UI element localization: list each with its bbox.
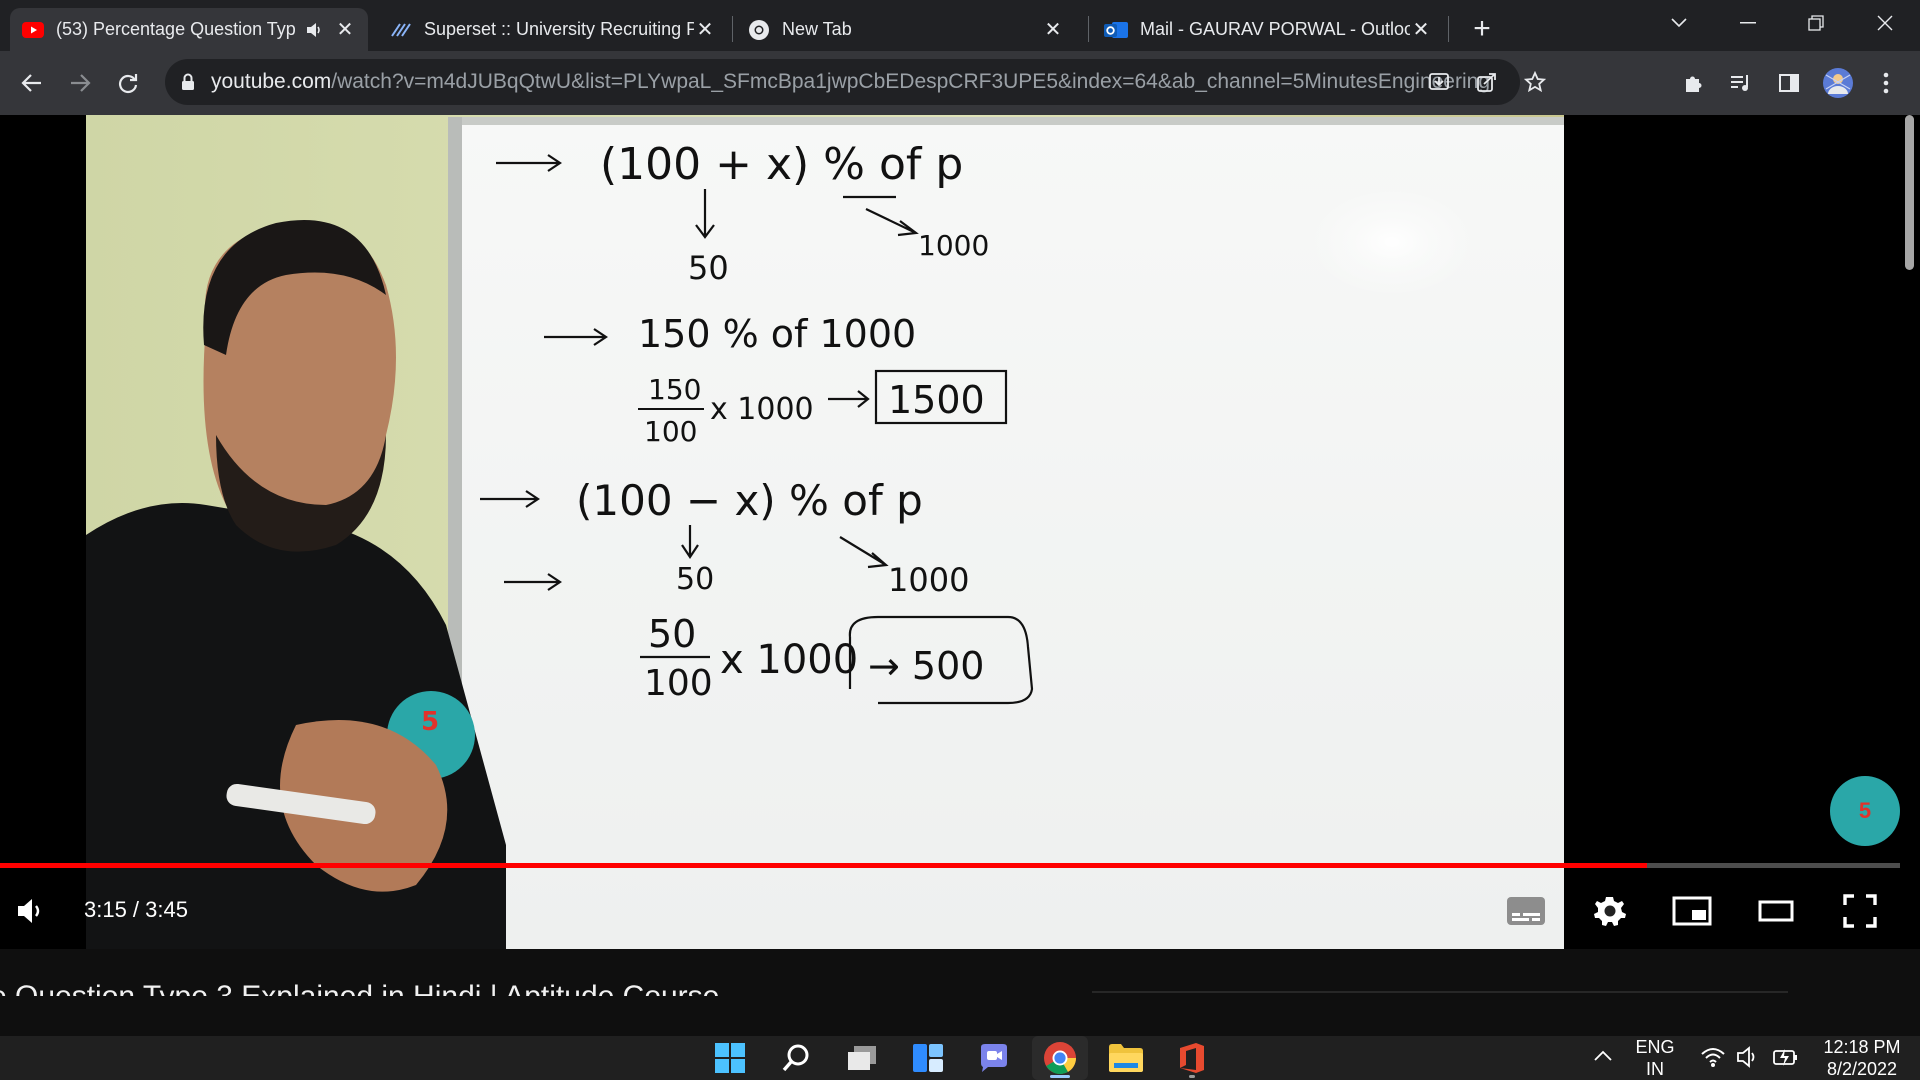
superset-icon [390,22,412,38]
board-line-5-mul: x 1000 [720,637,858,683]
bookmark-star-icon[interactable] [1519,66,1551,98]
office-icon[interactable] [1164,1036,1220,1080]
close-tab-icon[interactable]: ✕ [1042,19,1064,41]
task-view-icon[interactable] [834,1036,890,1080]
time-display: 3:15 / 3:45 [84,897,188,922]
restore-icon[interactable] [1793,6,1839,40]
board-line-1-down: 50 [688,249,729,287]
show-hidden-icons-chevron-icon[interactable] [1594,1048,1612,1066]
search-icon[interactable] [768,1036,824,1080]
outlook-icon [1104,19,1128,41]
miniplayer-icon[interactable] [1666,885,1718,937]
theater-mode-icon[interactable] [1750,885,1802,937]
tab-divider [1088,16,1089,42]
start-windows-icon[interactable] [702,1036,758,1080]
install-icon[interactable] [1423,66,1455,98]
close-window-icon[interactable] [1862,6,1908,40]
extensions-icon[interactable] [1675,65,1711,101]
more-menu-icon[interactable] [1868,65,1904,101]
media-control-icon[interactable] [1723,65,1759,101]
back-icon[interactable] [14,65,50,101]
progress-bar-fill [0,863,1648,868]
close-tab-icon[interactable]: ✕ [334,19,356,41]
board-line-5-den: 100 [644,663,713,704]
chrome-taskbar-icon[interactable] [1032,1036,1088,1080]
board-line-1-arrow: 1000 [918,229,989,262]
board-line-3-mul: x 1000 [710,392,814,427]
close-tab-icon[interactable]: ✕ [1410,19,1432,41]
tab-title: Mail - GAURAV PORWAL - Outloo [1140,19,1410,39]
language-indicator[interactable]: ENG IN [1630,1036,1680,1080]
tab-title: Superset :: University Recruiting P [424,19,694,39]
page-scrollbar[interactable] [1898,115,1920,1036]
clock[interactable]: 12:18 PM 8/2/2022 [1812,1036,1912,1080]
tab-youtube[interactable]: (53) Percentage Question Typ ✕ [10,8,368,51]
volume-icon[interactable] [4,885,56,937]
region-code: IN [1646,1059,1664,1079]
close-tab-icon[interactable]: ✕ [694,19,716,41]
side-panel-edge [1092,991,1788,993]
share-icon[interactable] [1471,66,1503,98]
watermark-text: 5 [1858,798,1872,823]
board-line-1: (100 + x) % of p [600,139,963,190]
youtube-icon [22,21,44,38]
tab-strip: (53) Percentage Question Typ ✕ Superset … [0,0,1920,51]
tab-divider [732,16,733,42]
active-app-indicator [1050,1075,1070,1078]
browser-toolbar: youtube.com/watch?v=m4dJUBqQtwU&list=PLY… [0,51,1920,115]
address-bar[interactable]: youtube.com/watch?v=m4dJUBqQtwU&list=PLY… [165,59,1546,105]
file-explorer-icon[interactable] [1098,1036,1154,1080]
board-line-3-result: 1500 [888,378,985,422]
board-line-2: 150 % of 1000 [638,312,916,356]
board-line-4-arrow: 1000 [888,561,969,599]
player-controls: 3:15 / 3:45 [0,875,1920,949]
widgets-icon[interactable] [900,1036,956,1080]
reload-icon[interactable] [110,65,146,101]
minimize-icon[interactable] [1725,6,1771,40]
new-tab-button[interactable]: + [1465,12,1499,46]
video-title: e Question Type 3 Explained in Hindi | A… [0,977,719,996]
tab-outlook[interactable]: Mail - GAURAV PORWAL - Outloo ✕ [1092,8,1444,51]
presenter: 5 [86,220,506,949]
scrollbar-thumb[interactable] [1905,115,1914,270]
svg-text:5: 5 [421,707,439,737]
wifi-icon[interactable] [1700,1046,1726,1073]
windows-taskbar: ENG IN 12:18 PM 8/2/2022 [0,1036,1920,1080]
url-host: youtube.com [211,70,332,93]
channel-watermark-logo[interactable]: 5 [1830,776,1900,846]
profile-avatar[interactable] [1820,65,1856,101]
clock-time: 12:18 PM [1823,1037,1901,1057]
teams-chat-icon[interactable] [966,1036,1022,1080]
youtube-page: (100 + x) % of p 50 1000 150 % of 1000 1… [0,115,1920,1036]
language-code: ENG [1635,1037,1675,1057]
chrome-icon [748,19,770,41]
progress-bar[interactable] [0,863,1900,868]
board-line-5-result: → 500 [868,644,984,688]
board-line-3-num: 150 [648,373,701,406]
volume-tray-icon[interactable] [1736,1046,1760,1073]
settings-gear-icon[interactable] [1584,885,1636,937]
board-line-3-den: 100 [644,415,697,448]
video-player[interactable]: (100 + x) % of p 50 1000 150 % of 1000 1… [0,115,1920,949]
clock-date: 8/2/2022 [1826,1059,1898,1079]
fullscreen-icon[interactable] [1834,885,1886,937]
battery-icon[interactable] [1772,1046,1800,1073]
subtitles-icon[interactable] [1500,885,1552,937]
video-frame: (100 + x) % of p 50 1000 150 % of 1000 1… [86,115,1564,949]
tab-new-tab[interactable]: New Tab ✕ [736,8,1076,51]
url-path: /watch?v=m4dJUBqQtwU&list=PLYwpaL_SFmcBp… [331,70,1490,93]
speaker-icon[interactable] [306,22,324,38]
tab-title: (53) Percentage Question Typ [56,19,296,39]
url-text[interactable]: youtube.com/watch?v=m4dJUBqQtwU&list=PLY… [211,70,1490,94]
running-app-indicator [1189,1075,1195,1078]
lock-icon[interactable] [181,73,195,91]
board-line-4-down: 50 [676,562,714,597]
tab-superset[interactable]: Superset :: University Recruiting P ✕ [378,8,728,51]
tab-divider [1448,16,1449,42]
side-panel-icon[interactable] [1771,65,1807,101]
tab-title: New Tab [782,19,852,39]
board-line-5-num: 50 [648,612,696,656]
forward-icon[interactable] [62,65,98,101]
tab-search-icon[interactable] [1656,6,1702,40]
